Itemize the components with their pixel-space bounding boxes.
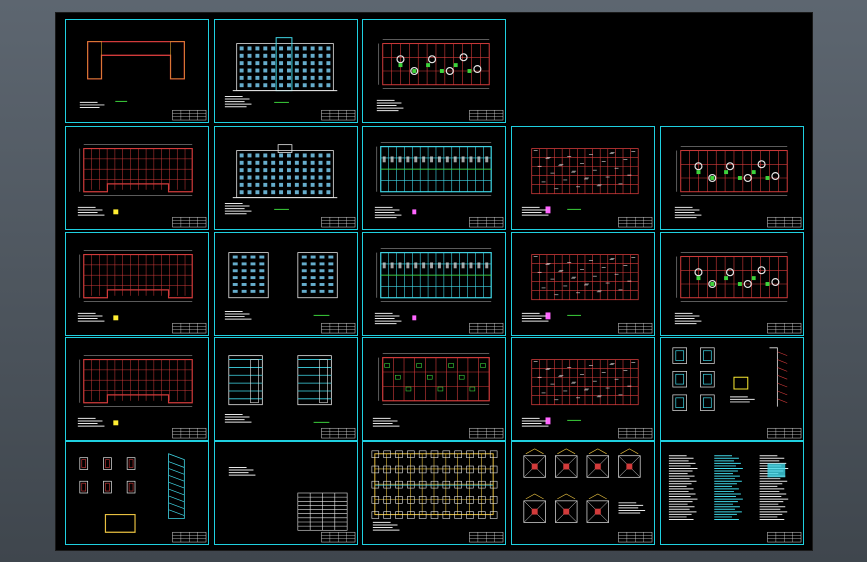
drawing-sheet-rebar-plan[interactable] <box>511 337 655 441</box>
sheet-drawing <box>371 450 504 543</box>
sheet-drawing <box>228 467 356 543</box>
drawing-sheet-floor-plan-cyan[interactable] <box>362 126 506 230</box>
drawing-sheet-front-elevation[interactable] <box>214 19 358 123</box>
drawing-sheet-roof-plan[interactable] <box>660 126 804 230</box>
sheet-drawing <box>224 252 356 334</box>
drawing-sheet-notes-table[interactable] <box>214 441 358 545</box>
drawing-sheet-floor-plan[interactable] <box>65 337 209 441</box>
drawing-sheet-site-outline[interactable] <box>65 19 209 123</box>
drawing-sheet-side-elevations[interactable] <box>214 232 358 336</box>
drawing-sheet-foundation-plan[interactable] <box>362 441 506 545</box>
sheet-drawing <box>376 39 504 121</box>
drawing-sheet-details[interactable] <box>660 337 804 441</box>
drawing-sheet-stair-details[interactable] <box>65 441 209 545</box>
sheet-drawing <box>79 40 207 121</box>
sheet-drawing <box>224 355 356 439</box>
drawing-sheet-footing-details[interactable] <box>511 441 655 545</box>
sheet-drawing <box>372 353 504 439</box>
sheet-drawing <box>523 448 653 543</box>
drawing-sheet-rear-elevation[interactable] <box>214 126 358 230</box>
sheet-drawing <box>224 37 356 121</box>
sheet-drawing <box>521 254 653 334</box>
drawing-sheet-rebar-plan[interactable] <box>511 126 655 230</box>
sheet-drawing <box>374 248 504 334</box>
sheet-drawing <box>77 250 207 334</box>
sheet-drawing <box>672 347 802 439</box>
sheet-drawing <box>521 148 653 228</box>
sheet-drawing <box>79 453 207 543</box>
cad-drawing-viewport[interactable] <box>55 12 813 551</box>
sheet-drawing <box>521 359 653 439</box>
drawing-sheet-rebar-plan[interactable] <box>511 232 655 336</box>
sheet-drawing <box>224 144 356 228</box>
drawing-sheet-roof-plan[interactable] <box>660 232 804 336</box>
drawing-sheet-beam-plan[interactable] <box>362 337 506 441</box>
drawing-sheet-floor-plan-cyan[interactable] <box>362 232 506 336</box>
sheet-drawing <box>668 455 802 543</box>
drawing-sheet-general-notes[interactable] <box>660 441 804 545</box>
drawing-sheet-roof-plan[interactable] <box>362 19 506 123</box>
sheet-drawing <box>674 146 802 228</box>
sheet-drawing <box>374 142 504 228</box>
drawing-sheet-floor-plan[interactable] <box>65 232 209 336</box>
sheet-drawing <box>77 144 207 228</box>
drawing-sheet-floor-plan[interactable] <box>65 126 209 230</box>
sheet-drawing <box>77 355 207 439</box>
drawing-sheet-section-elevations[interactable] <box>214 337 358 441</box>
sheet-drawing <box>674 252 802 334</box>
